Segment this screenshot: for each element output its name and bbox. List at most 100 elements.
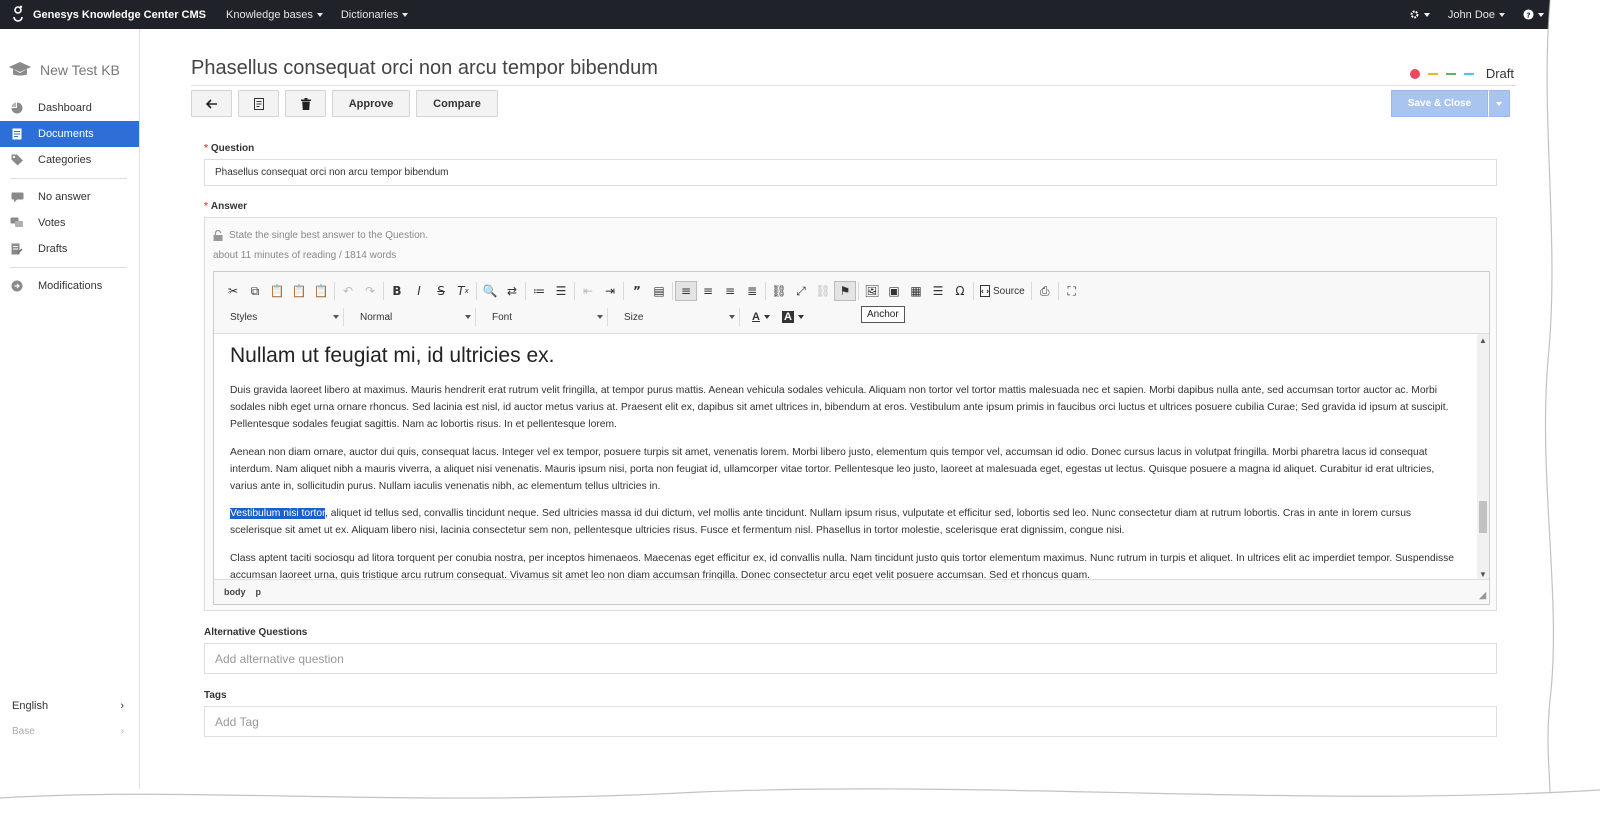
settings-menu[interactable]: [1409, 9, 1430, 20]
special-char-icon[interactable]: Ω: [949, 281, 971, 301]
paste-text-icon[interactable]: 📋: [288, 281, 310, 301]
align-center-icon[interactable]: ≡: [697, 281, 719, 301]
sidebar-item-votes[interactable]: Votes: [0, 210, 139, 236]
editor-toolbar: ✂ ⧉ 📋 📋 📋 ↶ ↷ B I S Tx 🔍 ⇄ ≔ ☰ ⇤ ⇥ ” ▤ ≡…: [214, 272, 1489, 334]
votes-icon: [10, 216, 24, 230]
sidebar-item-drafts[interactable]: Drafts: [0, 236, 139, 262]
path-body[interactable]: body: [224, 587, 246, 597]
remove-format-icon[interactable]: Tx: [452, 281, 474, 301]
sidebar-item-dashboard[interactable]: Dashboard: [0, 95, 139, 121]
source-button[interactable]: Source: [976, 285, 1029, 297]
maximize-icon[interactable]: ⛶: [1061, 281, 1083, 301]
unlink-icon[interactable]: ⛓: [812, 281, 834, 301]
find-icon[interactable]: 🔍: [479, 281, 501, 301]
anchor-flag-icon[interactable]: ⚑: [834, 281, 856, 301]
paste-word-icon[interactable]: 📋: [310, 281, 332, 301]
back-button[interactable]: [191, 90, 232, 117]
save-options-dropdown[interactable]: [1488, 90, 1510, 117]
menu-dictionaries[interactable]: Dictionaries: [341, 9, 409, 21]
toolbar-separator: [672, 282, 673, 300]
styles-dropdown[interactable]: Styles: [222, 308, 344, 326]
toolbar-separator: [765, 282, 766, 300]
sidebar-nav: Dashboard Documents Categories No answer…: [0, 95, 139, 299]
outdent-icon[interactable]: ⇤: [577, 281, 599, 301]
font-dropdown[interactable]: Font: [484, 308, 608, 326]
italic-icon[interactable]: I: [408, 281, 430, 301]
numbered-list-icon[interactable]: ≔: [528, 281, 550, 301]
delete-button[interactable]: [285, 90, 326, 117]
status-dash: [1445, 72, 1456, 75]
status-dash: [1463, 72, 1474, 75]
scroll-up-icon[interactable]: ▲: [1477, 334, 1489, 346]
editor-content[interactable]: Nullam ut feugiat mi, id ultricies ex. D…: [214, 334, 1478, 580]
sidebar-item-modifications[interactable]: Modifications: [0, 273, 139, 299]
arrow-left-icon: [205, 98, 217, 109]
text-color-button[interactable]: A: [752, 311, 770, 323]
tag-input[interactable]: Add Tag: [204, 706, 1497, 737]
horizontal-line-icon[interactable]: ☰: [927, 281, 949, 301]
expand-icon[interactable]: ⤢: [790, 281, 812, 301]
indent-icon[interactable]: ⇥: [599, 281, 621, 301]
toolbar-separator: [574, 282, 575, 300]
paste-icon[interactable]: 📋: [266, 281, 288, 301]
size-dropdown[interactable]: Size: [616, 308, 740, 326]
source-icon: [980, 285, 990, 297]
bulleted-list-icon[interactable]: ☰: [550, 281, 572, 301]
bold-icon[interactable]: B: [386, 281, 408, 301]
no-answer-icon: [10, 190, 24, 204]
toolbar-separator: [623, 282, 624, 300]
alt-question-input[interactable]: Add alternative question: [204, 643, 1497, 674]
editor-scrollbar[interactable]: ▲ ▼: [1477, 334, 1489, 580]
resize-handle-icon[interactable]: ◢: [1479, 590, 1486, 601]
align-left-icon[interactable]: ≡: [675, 281, 697, 301]
div-container-icon[interactable]: ▤: [648, 281, 670, 301]
blockquote-icon[interactable]: ”: [626, 281, 648, 301]
cut-icon[interactable]: ✂: [222, 281, 244, 301]
path-p[interactable]: p: [256, 587, 262, 597]
sidebar-item-no-answer[interactable]: No answer: [0, 184, 139, 210]
align-right-icon[interactable]: ≡: [719, 281, 741, 301]
font-label: Font: [492, 311, 513, 323]
table-icon[interactable]: ▦: [905, 281, 927, 301]
tags-label: Tags: [204, 690, 227, 701]
base-language-selector[interactable]: Base ›: [0, 726, 140, 737]
user-menu[interactable]: John Doe: [1448, 9, 1505, 21]
sidebar-item-documents[interactable]: Documents: [0, 121, 139, 147]
replace-icon[interactable]: ⇄: [501, 281, 523, 301]
action-toolbar: Approve Compare: [191, 90, 498, 117]
approve-button[interactable]: Approve: [332, 90, 410, 117]
language-selector[interactable]: English ›: [0, 700, 140, 712]
redo-icon[interactable]: ↷: [359, 281, 381, 301]
sidebar-item-categories[interactable]: Categories: [0, 147, 139, 173]
sidebar-item-label: Dashboard: [38, 102, 92, 114]
save-close-button[interactable]: Save & Close: [1391, 90, 1488, 117]
preview-button[interactable]: [238, 90, 279, 117]
top-bar: Genesys Knowledge Center CMS Knowledge b…: [0, 0, 1552, 29]
sidebar-item-label: Categories: [38, 154, 92, 166]
undo-icon[interactable]: ↶: [337, 281, 359, 301]
media-embed-icon[interactable]: ▣: [883, 281, 905, 301]
status-dash: [1427, 72, 1438, 75]
link-icon[interactable]: ⛓: [768, 281, 790, 301]
content-paragraph: Duis gravida laoreet libero at maximus. …: [230, 385, 1449, 431]
bg-color-button[interactable]: A: [781, 311, 804, 323]
document-icon: [253, 97, 264, 110]
strikethrough-icon[interactable]: S: [430, 281, 452, 301]
menu-knowledge-bases[interactable]: Knowledge bases: [226, 9, 323, 21]
pie-chart-icon: [10, 101, 24, 115]
question-input[interactable]: Phasellus consequat orci non arcu tempor…: [204, 159, 1497, 186]
scrollbar-thumb[interactable]: [1479, 501, 1487, 533]
format-dropdown[interactable]: Normal: [352, 308, 476, 326]
answer-box: State the single best answer to the Ques…: [204, 217, 1497, 611]
compare-button[interactable]: Compare: [416, 90, 498, 117]
toolbar-separator: [334, 282, 335, 300]
justify-icon[interactable]: ≣: [741, 281, 763, 301]
sidebar-divider: [10, 178, 127, 179]
help-icon: ?: [1523, 9, 1534, 20]
format-label: Normal: [360, 311, 393, 323]
copy-icon[interactable]: ⧉: [244, 281, 266, 301]
styles-label: Styles: [230, 311, 258, 323]
answer-hint: State the single best answer to the Ques…: [213, 230, 428, 241]
preview-icon[interactable]: ⎙: [1034, 281, 1056, 301]
image-icon[interactable]: 🖼: [861, 281, 883, 301]
